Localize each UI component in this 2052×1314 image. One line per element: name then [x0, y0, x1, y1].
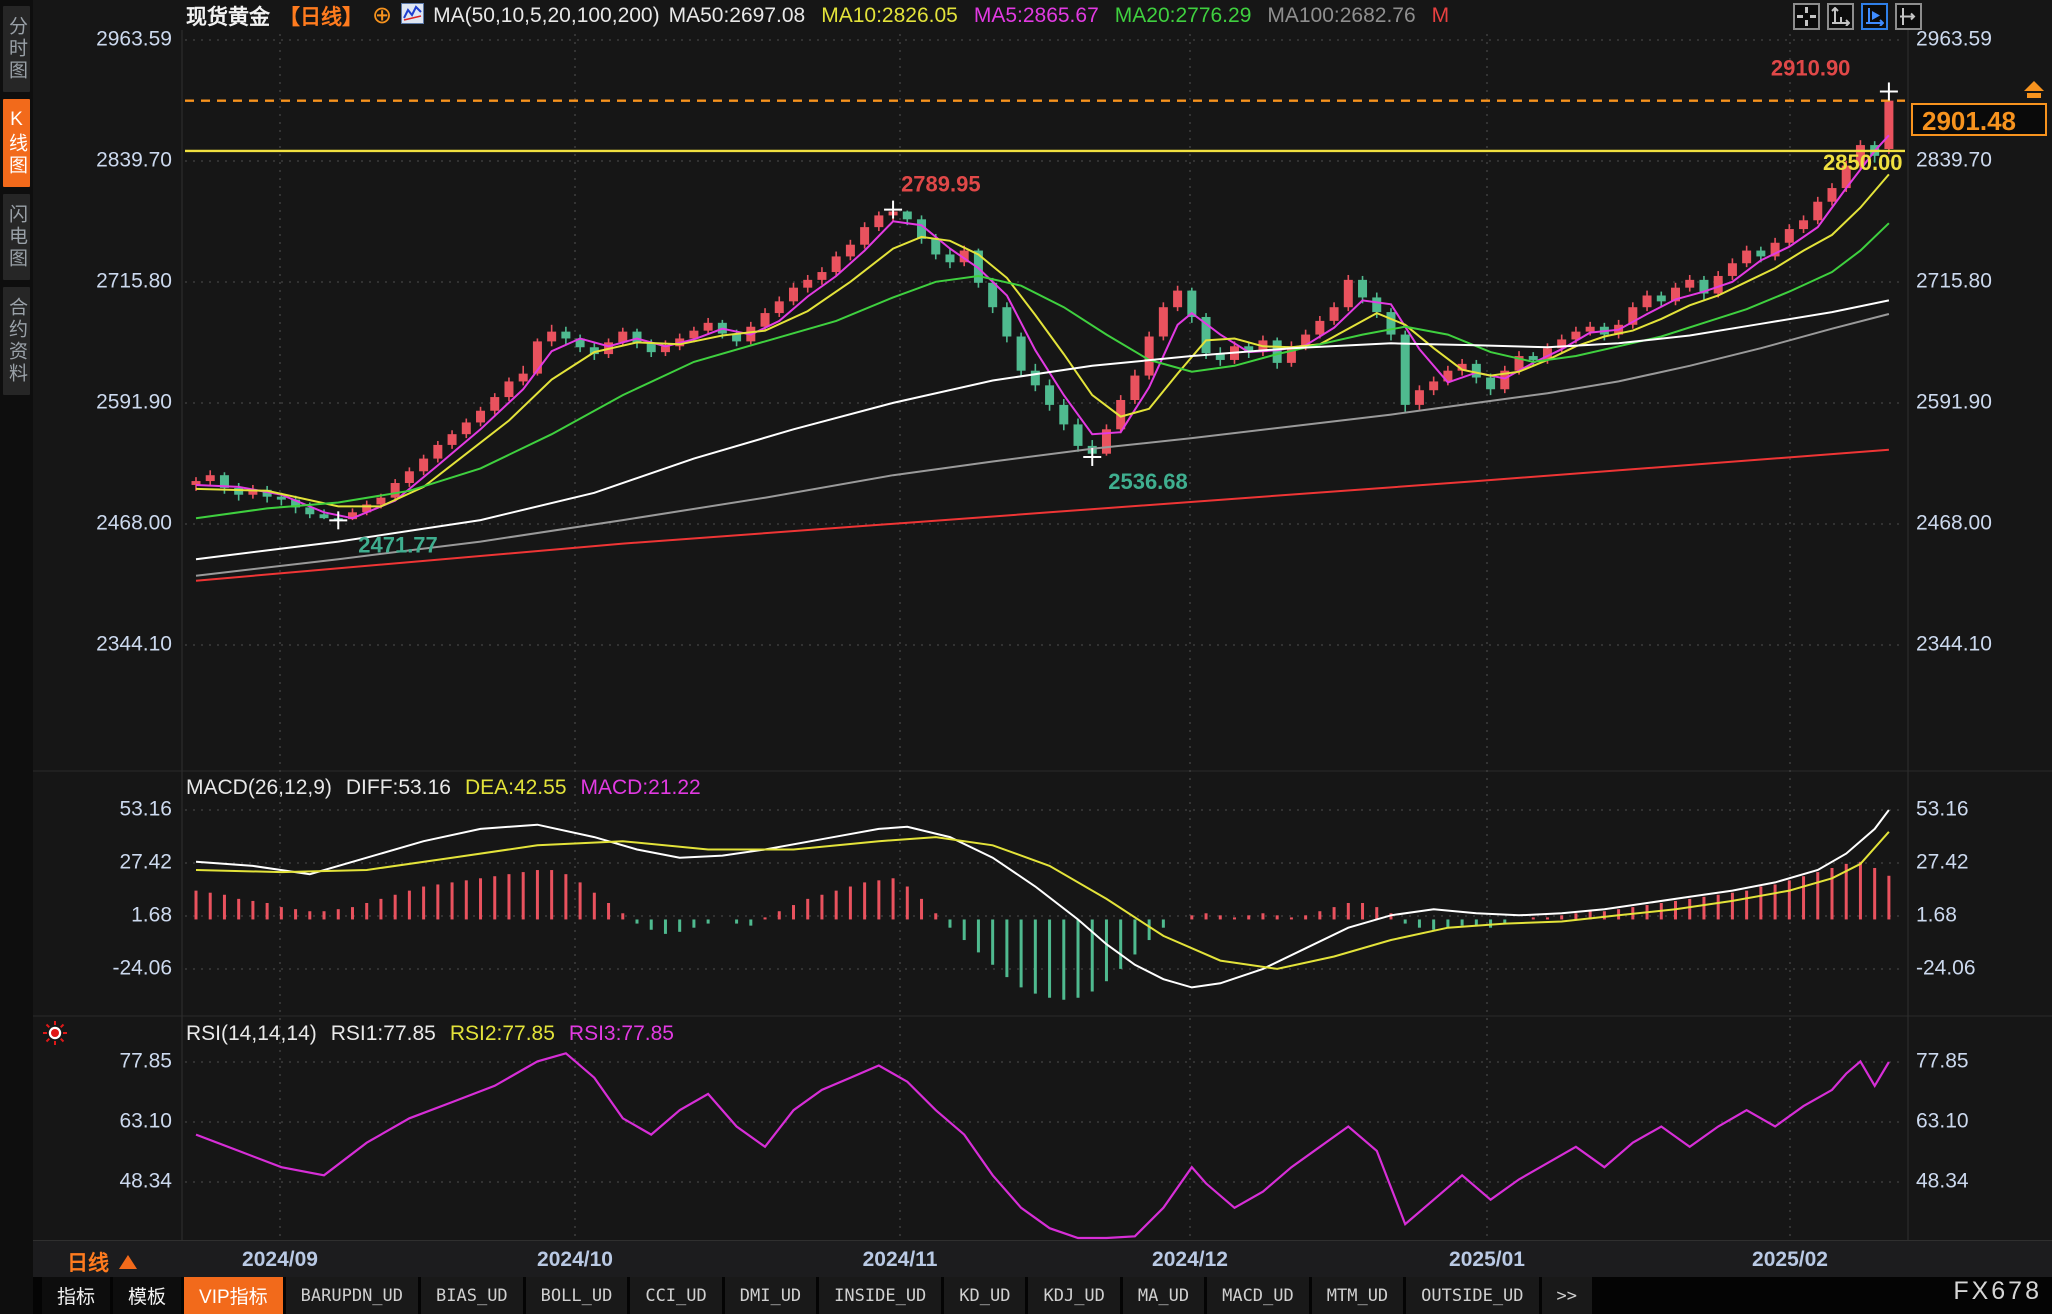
price-level-label: 2850.00 [1823, 150, 1903, 175]
ma-legend-value: MA10:2826.05 [821, 4, 958, 28]
price-annotation: 2471.77 [358, 532, 438, 557]
ma-legend-value: MA5:2865.67 [974, 4, 1099, 28]
chart-header: 现货黄金 【日线】 ⊕ MA(50,10,5,20,100,200) MA50:… [186, 2, 1449, 30]
axis-label: 2839.70 [96, 149, 172, 172]
axis-label: -24.06 [1916, 957, 1976, 980]
time-axis-row: 日线 2024/09 2024/10 2024/11 2024/12 2025/01 20… [33, 1240, 2052, 1278]
timeframe-label: 日线 [67, 1247, 109, 1277]
chart-canvas[interactable]: 2963.59 2963.59 2839.70 2839.70 2715.80 2715.… [0, 0, 2052, 1240]
bottom-tab-dmiud[interactable]: DMI_UD [725, 1277, 816, 1314]
ma-params-label: MA(50,10,5,20,100,200) [433, 4, 660, 28]
axis-label: 1.68 [1916, 904, 1957, 927]
axis-label: 63.10 [119, 1110, 172, 1133]
bottom-tab-macdud[interactable]: MACD_UD [1207, 1277, 1309, 1314]
chart-type-sidebar: 分时图 K线图闪电图合约资料 [0, 0, 33, 1314]
ma-legend: MA50:2697.08 MA10:2826.05 MA5:2865.67 MA20:… [669, 4, 1450, 28]
macd-params-label: MACD(26,12,9) [186, 776, 332, 800]
axis-label: 2468.00 [96, 512, 172, 535]
ma-legend-value: MA100:2682.76 [1267, 4, 1415, 28]
month-label: 2024/10 [537, 1248, 613, 1272]
ma-legend-value: M [1432, 4, 1450, 28]
axis-label: 2344.10 [96, 633, 172, 656]
axis-label: 27.42 [1916, 851, 1969, 874]
axis-label: 2963.59 [96, 28, 172, 51]
timeframe-selector[interactable]: 日线 [67, 1247, 137, 1277]
bottom-tab-[interactable]: >> [1542, 1277, 1592, 1314]
axis-scale-icon[interactable] [1827, 3, 1854, 30]
macd-pane-header: MACD(26,12,9) DIFF:53.16 DEA:42.55 MACD:… [186, 776, 701, 800]
axis-label: 1.68 [131, 904, 172, 927]
ma-legend-value: MA20:2776.29 [1115, 4, 1252, 28]
mini-chart-icon[interactable] [401, 3, 424, 30]
crosshair-icon[interactable] [1793, 3, 1820, 30]
bottom-tab-bollud[interactable]: BOLL_UD [526, 1277, 628, 1314]
bottom-tab-maud[interactable]: MA_UD [1123, 1277, 1204, 1314]
shift-right-icon[interactable] [1895, 3, 1922, 30]
bottom-tab-[interactable]: 模板 [113, 1277, 181, 1314]
sidebar-item-contract-info[interactable]: 合约资料 [3, 287, 30, 395]
axis-label: 2468.00 [1916, 512, 1992, 535]
bottom-tab-kdjud[interactable]: KDJ_UD [1028, 1277, 1119, 1314]
caret-up-icon [119, 1255, 137, 1269]
sidebar-item-kline-chart[interactable]: K线图 [3, 99, 30, 187]
month-label: 2024/11 [863, 1248, 938, 1272]
rsi1-value: RSI1:77.85 [331, 1022, 436, 1046]
month-label: 2024/09 [242, 1248, 318, 1272]
brand-watermark: FX678 [1953, 1277, 2042, 1306]
axis-label: 63.10 [1916, 1110, 1969, 1133]
macd-value: MACD:21.22 [581, 776, 701, 800]
month-label: 2025/02 [1752, 1248, 1828, 1272]
macd-dea-value: DEA:42.55 [465, 776, 567, 800]
axis-label: 27.42 [119, 851, 172, 874]
axis-label: 2591.90 [1916, 391, 1992, 414]
axis-label: 2715.80 [1916, 270, 1992, 293]
target-icon[interactable]: ⊕ [372, 4, 392, 28]
ma-legend-value: MA50:2697.08 [669, 4, 806, 28]
axis-label: 2963.59 [1916, 28, 1992, 51]
price-annotation: 2536.68 [1108, 469, 1188, 494]
bottom-tab-[interactable]: 指标 [42, 1277, 110, 1314]
alert-indicator-icon [42, 1020, 68, 1051]
symbol-title: 现货黄金 [186, 1, 270, 31]
axis-label: 2839.70 [1916, 149, 1992, 172]
axis-label: 53.16 [119, 798, 172, 821]
price-annotation: 2910.90 [1771, 55, 1851, 80]
axis-label: 2591.90 [96, 391, 172, 414]
month-label: 2025/01 [1449, 1248, 1525, 1272]
rsi3-value: RSI3:77.85 [569, 1022, 674, 1046]
bottom-tab-kdud[interactable]: KD_UD [944, 1277, 1025, 1314]
rsi-pane-header: RSI(14,14,14) RSI1:77.85 RSI2:77.85 RSI3… [186, 1022, 674, 1046]
sidebar-item-flash-chart[interactable]: 闪电图 [3, 194, 30, 280]
axis-auto-icon[interactable] [1861, 3, 1888, 30]
sidebar-item-minute-chart[interactable]: 分时图 [3, 6, 30, 92]
axis-label: 2344.10 [1916, 633, 1992, 656]
price-annotation: 2789.95 [901, 172, 981, 197]
chart-toolbar [1793, 3, 1922, 30]
bottom-tab-mtmud[interactable]: MTM_UD [1312, 1277, 1403, 1314]
macd-diff-value: DIFF:53.16 [346, 776, 451, 800]
indicator-tab-bar: 指标模板VIP指标BARUPDN_UDBIAS_UDBOLL_UDCCI_UDD… [0, 1277, 2052, 1314]
bottom-tab-insideud[interactable]: INSIDE_UD [819, 1277, 941, 1314]
last-price-box: 2901.48 [1911, 103, 2047, 136]
bottom-tab-biasud[interactable]: BIAS_UD [421, 1277, 523, 1314]
period-tag: 【日线】 [279, 1, 363, 31]
bottom-tab-outsideud[interactable]: OUTSIDE_UD [1406, 1277, 1538, 1314]
axis-label: 48.34 [1916, 1170, 1969, 1193]
axis-label: 77.85 [119, 1050, 172, 1073]
rsi2-value: RSI2:77.85 [450, 1022, 555, 1046]
month-label: 2024/12 [1152, 1248, 1228, 1272]
rsi-params-label: RSI(14,14,14) [186, 1022, 317, 1046]
bottom-tab-barupdnud[interactable]: BARUPDN_UD [286, 1277, 418, 1314]
bottom-tab-cciud[interactable]: CCI_UD [630, 1277, 721, 1314]
price-up-arrow-icon [2022, 81, 2046, 106]
axis-label: 2715.80 [96, 270, 172, 293]
bottom-tab-vip[interactable]: VIP指标 [184, 1277, 283, 1314]
axis-label: 48.34 [119, 1170, 172, 1193]
axis-label: 53.16 [1916, 798, 1969, 821]
trading-app-window: 2963.59 2963.59 2839.70 2839.70 2715.80 2715.… [0, 0, 2052, 1314]
axis-label: 77.85 [1916, 1050, 1969, 1073]
axis-label: -24.06 [112, 957, 172, 980]
